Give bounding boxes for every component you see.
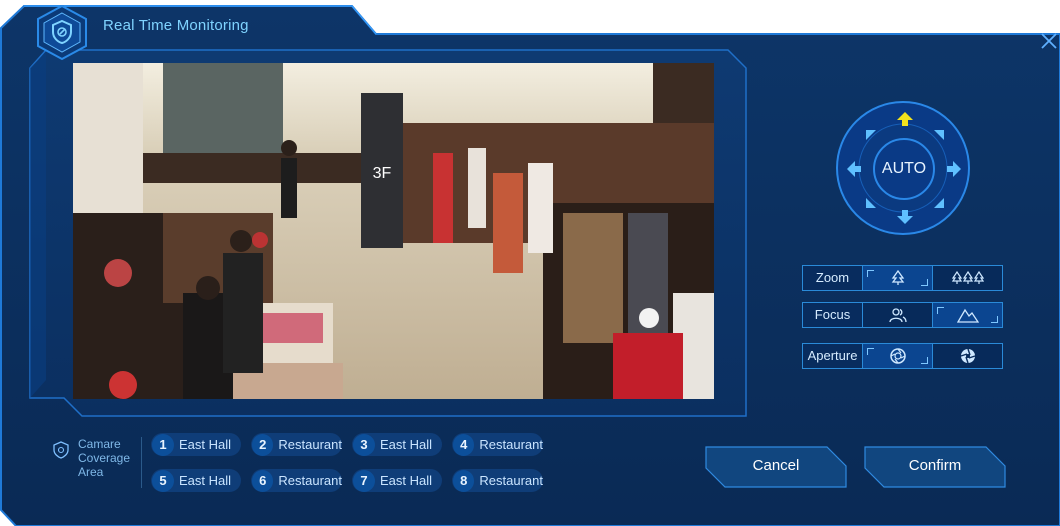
- close-icon[interactable]: [1038, 30, 1060, 52]
- coverage-label: Camare Coverage Area: [78, 437, 131, 479]
- arrow-up-left-icon[interactable]: [866, 130, 876, 140]
- camera-feed[interactable]: 3F: [73, 63, 714, 399]
- zoom-out-button[interactable]: [933, 265, 1003, 291]
- arrow-up-right-icon[interactable]: [934, 130, 944, 140]
- arrow-up-icon[interactable]: [896, 111, 914, 127]
- focus-far-mountain-icon: [956, 308, 979, 323]
- arrow-down-right-icon[interactable]: [934, 198, 944, 208]
- zoom-label: Zoom: [802, 265, 863, 291]
- svg-text:3F: 3F: [373, 165, 392, 182]
- camera-feed-image: 3F: [73, 63, 714, 399]
- aperture-open-icon: [889, 348, 906, 364]
- coverage-area-1[interactable]: 1 East Hall: [151, 433, 241, 456]
- zoom-in-tree-icon: [891, 270, 904, 285]
- coverage-area-3[interactable]: 3 East Hall: [352, 433, 442, 456]
- auto-button[interactable]: AUTO: [873, 138, 935, 200]
- aperture-close-button[interactable]: [933, 343, 1003, 369]
- cancel-button[interactable]: Cancel: [705, 446, 847, 488]
- camera-shield-icon: [53, 441, 69, 459]
- aperture-label: Aperture: [802, 343, 863, 369]
- zoom-in-button[interactable]: [863, 265, 933, 291]
- focus-control: Focus: [802, 302, 1004, 328]
- confirm-button[interactable]: Confirm: [864, 446, 1006, 488]
- coverage-area-8[interactable]: 8 Restaurant: [452, 469, 543, 492]
- focus-far-button[interactable]: [933, 302, 1003, 328]
- focus-label: Focus: [802, 302, 863, 328]
- zoom-control: Zoom: [802, 265, 1004, 291]
- arrow-down-left-icon[interactable]: [866, 198, 876, 208]
- coverage-area-2[interactable]: 2 Restaurant: [251, 433, 342, 456]
- aperture-control: Aperture: [802, 343, 1004, 369]
- aperture-close-icon: [960, 348, 975, 364]
- coverage-area-6[interactable]: 6 Restaurant: [251, 469, 342, 492]
- coverage-area-5[interactable]: 5 East Hall: [151, 469, 241, 492]
- shield-logo-icon: [52, 20, 72, 44]
- focus-near-people-icon: [888, 308, 907, 323]
- coverage-area-4[interactable]: 4 Restaurant: [452, 433, 543, 456]
- arrow-left-icon[interactable]: [846, 160, 862, 178]
- arrow-down-icon[interactable]: [896, 209, 914, 225]
- coverage-divider: [141, 437, 142, 488]
- zoom-out-trees-icon: [951, 271, 984, 284]
- coverage-area-7[interactable]: 7 East Hall: [352, 469, 442, 492]
- focus-near-button[interactable]: [863, 302, 933, 328]
- aperture-open-button[interactable]: [863, 343, 933, 369]
- window-title: Real Time Monitoring: [103, 17, 249, 34]
- arrow-right-icon[interactable]: [946, 160, 962, 178]
